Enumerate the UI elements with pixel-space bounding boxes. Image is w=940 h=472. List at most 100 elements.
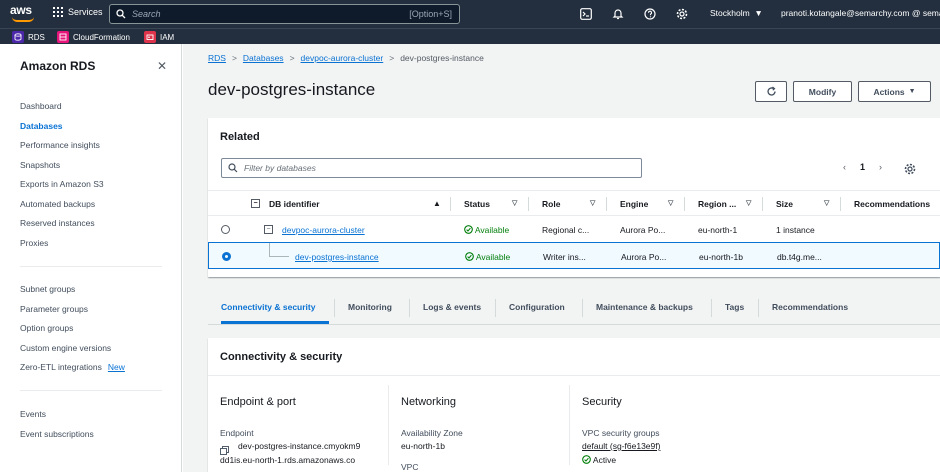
favorite-rds[interactable]: RDS (12, 31, 45, 43)
collapse-all-icon[interactable]: − (251, 199, 260, 208)
aws-logo[interactable]: aws (10, 4, 38, 24)
search-shortcut: [Option+S] (409, 9, 452, 19)
column-header-status[interactable]: Status (464, 199, 490, 209)
help-icon[interactable] (643, 7, 657, 21)
column-header-engine[interactable]: Engine (620, 199, 648, 209)
close-icon[interactable]: ✕ (157, 59, 167, 73)
account-menu[interactable]: pranoti.kotangale@semarchy.com @ semarch (781, 8, 940, 18)
actions-button[interactable]: Actions ▼ (858, 81, 931, 102)
sidebar-item-automated-backups[interactable]: Automated backups (20, 199, 95, 209)
tab-monitoring[interactable]: Monitoring (348, 302, 392, 312)
db-identifier-link[interactable]: devpoc-aurora-cluster (282, 225, 365, 235)
filter-databases-input[interactable]: Filter by databases (221, 158, 642, 178)
sidebar-item-subnet-groups[interactable]: Subnet groups (20, 284, 75, 294)
page-number[interactable]: 1 (860, 162, 865, 172)
tab-recommendations[interactable]: Recommendations (772, 302, 848, 312)
chevron-left-icon[interactable]: ‹ (843, 162, 846, 172)
column-header-size[interactable]: Size (776, 199, 793, 209)
size-cell: 1 instance (776, 225, 815, 235)
sidebar-item-snapshots[interactable]: Snapshots (20, 160, 60, 170)
tab-separator (758, 299, 759, 317)
grid-icon (53, 7, 63, 17)
tab-tags[interactable]: Tags (725, 302, 744, 312)
column-divider (388, 385, 389, 465)
filter-caret-icon[interactable]: ▽ (668, 199, 673, 207)
region-cell: eu-north-1b (699, 252, 743, 262)
panel-divider (208, 375, 940, 376)
size-cell: db.t4g.me... (777, 252, 822, 262)
column-header-db-identifier[interactable]: DB identifier (269, 199, 320, 209)
filter-caret-icon[interactable]: ▽ (590, 199, 595, 207)
active-tab-indicator (221, 321, 329, 324)
sidebar-item-proxies[interactable]: Proxies (20, 238, 48, 248)
tab-connectivity-security[interactable]: Connectivity & security (221, 302, 315, 312)
sidebar-item-custom-engine-versions[interactable]: Custom engine versions (20, 343, 111, 353)
sidebar-item-option-groups[interactable]: Option groups (20, 323, 73, 333)
filter-caret-icon[interactable]: ▽ (746, 199, 751, 207)
favorite-label: CloudFormation (73, 32, 130, 42)
column-header-recommendations[interactable]: Recommendations (854, 199, 930, 209)
filter-caret-icon[interactable]: ▽ (824, 199, 829, 207)
column-header-role[interactable]: Role (542, 199, 560, 209)
column-header-region[interactable]: Region ... (698, 199, 736, 209)
tree-line (269, 256, 289, 257)
refresh-button[interactable] (755, 81, 787, 102)
iam-service-icon (144, 31, 156, 43)
column-separator (528, 197, 529, 211)
tab-logs-events[interactable]: Logs & events (423, 302, 481, 312)
status-badge: Available (464, 225, 509, 235)
bell-icon[interactable] (611, 7, 625, 21)
row-radio[interactable] (221, 225, 230, 234)
gear-icon[interactable] (675, 7, 689, 21)
connectivity-title: Connectivity & security (220, 351, 343, 363)
tab-configuration[interactable]: Configuration (509, 302, 565, 312)
breadcrumb-separator: > (231, 53, 237, 63)
breadcrumb-cluster[interactable]: devpoc-aurora-cluster (301, 53, 384, 63)
region-selector[interactable]: Stockholm ▼ (710, 8, 763, 18)
tab-maintenance-backups[interactable]: Maintenance & backups (596, 302, 693, 312)
sidebar-item-databases[interactable]: Databases (20, 121, 63, 131)
region-label: Stockholm (710, 8, 750, 18)
refresh-icon (766, 86, 776, 96)
sidebar-item-dashboard[interactable]: Dashboard (20, 101, 62, 111)
row-radio-selected[interactable] (222, 252, 231, 261)
az-value: eu-north-1b (401, 441, 445, 451)
table-row[interactable]: − devpoc-aurora-cluster Available Region… (208, 216, 940, 243)
role-cell: Regional c... (542, 225, 590, 235)
table-settings-gear-icon[interactable] (904, 162, 916, 180)
sidebar-item-reserved-instances[interactable]: Reserved instances (20, 218, 95, 228)
favorite-cloudformation[interactable]: CloudFormation (57, 31, 130, 43)
sidebar-item-exports-s3[interactable]: Exports in Amazon S3 (20, 179, 104, 189)
sg-status-badge: Active (582, 453, 616, 467)
table-row-selected[interactable]: dev-postgres-instance Available Writer i… (208, 242, 940, 269)
breadcrumb-current: dev-postgres-instance (400, 53, 484, 63)
sidebar-item-performance-insights[interactable]: Performance insights (20, 140, 100, 150)
favorite-label: RDS (28, 32, 45, 42)
account-label: pranoti.kotangale@semarchy.com @ semarch (781, 8, 940, 18)
cloudshell-icon[interactable] (579, 7, 593, 21)
collapse-row-icon[interactable]: − (264, 225, 273, 234)
breadcrumb-rds[interactable]: RDS (208, 53, 226, 63)
endpoint-value-line1: dev-postgres-instance.cmyokm9 (238, 441, 361, 451)
chevron-right-icon[interactable]: › (879, 162, 882, 172)
sort-ascending-icon[interactable]: ▲ (433, 199, 441, 208)
modify-button[interactable]: Modify (793, 81, 852, 102)
main-content: RDS > Databases > devpoc-aurora-cluster … (183, 44, 940, 472)
sidebar-title: Amazon RDS (20, 59, 96, 73)
page-title: dev-postgres-instance (208, 80, 376, 99)
breadcrumb-databases[interactable]: Databases (243, 53, 284, 63)
sidebar-item-zero-etl[interactable]: Zero-ETL integrations New (20, 362, 125, 372)
db-identifier-link[interactable]: dev-postgres-instance (295, 252, 379, 262)
favorite-iam[interactable]: IAM (144, 31, 174, 43)
services-menu[interactable]: Services (53, 7, 103, 17)
engine-cell: Aurora Po... (620, 225, 666, 235)
tab-separator (334, 299, 335, 317)
sidebar-item-events[interactable]: Events (20, 409, 46, 419)
security-group-link[interactable]: default (sg-f6e13e9f) (582, 439, 660, 453)
search-input[interactable]: Search [Option+S] (109, 4, 460, 24)
filter-caret-icon[interactable]: ▽ (512, 199, 517, 207)
column-divider (569, 385, 570, 465)
sidebar-item-event-subscriptions[interactable]: Event subscriptions (20, 429, 94, 439)
endpoint-value-line2: dd1is.eu-north-1.rds.amazonaws.co (220, 455, 356, 465)
sidebar-item-parameter-groups[interactable]: Parameter groups (20, 304, 88, 314)
